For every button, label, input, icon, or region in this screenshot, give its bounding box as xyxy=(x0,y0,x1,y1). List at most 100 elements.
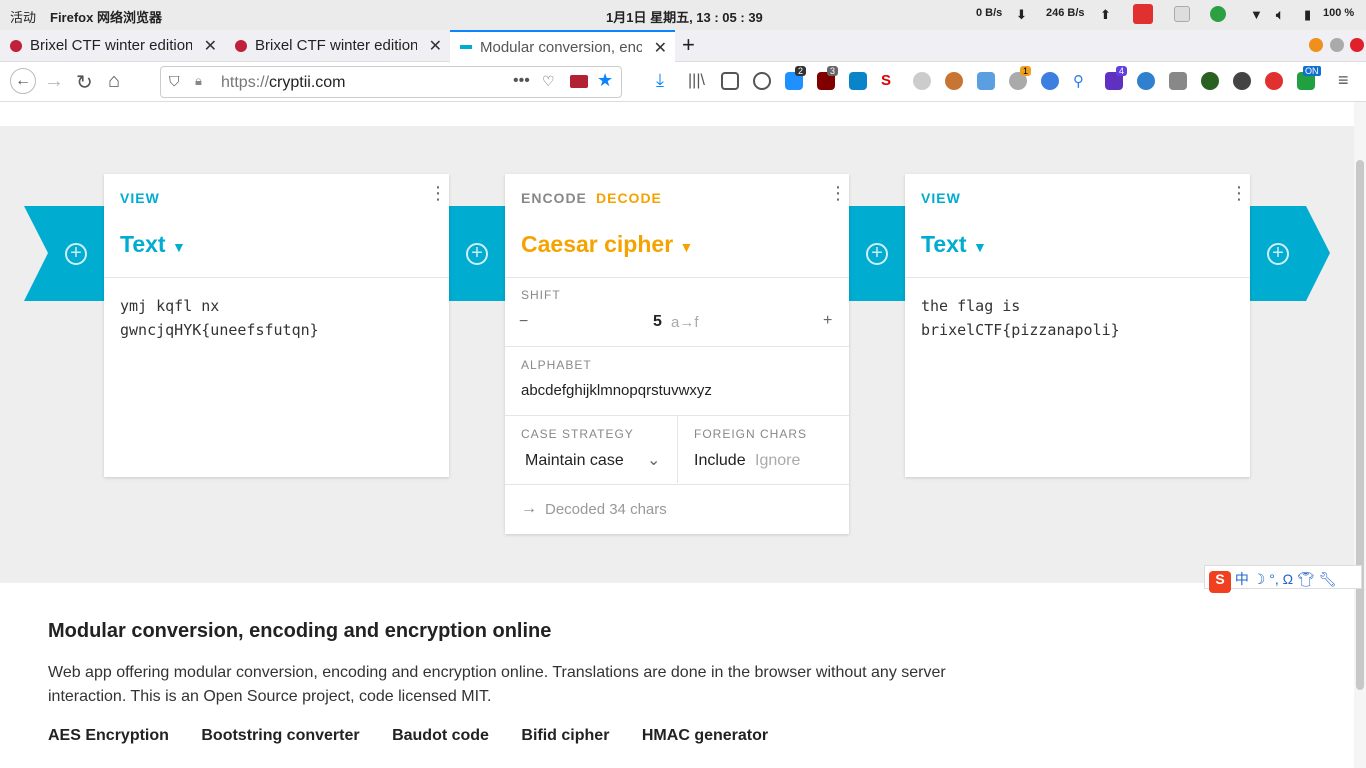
minimize-icon[interactable] xyxy=(1309,38,1323,52)
output-textarea[interactable]: the flag is brixelCTF{pizzanapoli} xyxy=(921,294,1221,342)
alphabet-label: ALPHABET xyxy=(521,358,592,372)
add-brick-icon[interactable]: + xyxy=(65,243,87,265)
extension-pin-icon[interactable]: ⚲ xyxy=(1073,72,1091,90)
page-actions-icon[interactable]: ••• xyxy=(513,72,530,90)
account-icon[interactable] xyxy=(753,72,771,90)
downloads-icon[interactable]: ⤓ xyxy=(656,70,664,91)
divider xyxy=(905,277,1250,278)
chevron-down-icon[interactable]: ⌄ xyxy=(647,450,660,470)
add-brick-icon[interactable]: + xyxy=(1267,243,1289,265)
url-text[interactable]: https://cryptii.com xyxy=(221,74,345,92)
tab-brixel-2[interactable]: Brixel CTF winter edition ✕ xyxy=(225,30,450,62)
extension-red-icon[interactable] xyxy=(1265,72,1283,90)
bookmark-star-icon[interactable]: ★ xyxy=(597,70,613,91)
wechat-icon[interactable] xyxy=(1210,6,1226,22)
extension-box-icon[interactable] xyxy=(1169,72,1187,90)
battery-level: 100 % xyxy=(1323,7,1355,19)
back-icon[interactable]: ← xyxy=(10,68,36,94)
link-bifid-cipher[interactable]: Bifid cipher xyxy=(521,727,609,744)
extension-badge: 4 xyxy=(1116,66,1128,76)
cookie-icon[interactable] xyxy=(945,72,963,90)
link-hmac-generator[interactable]: HMAC generator xyxy=(642,727,768,744)
volume-icon[interactable]: 🔈︎ xyxy=(1276,7,1284,23)
encode-tab[interactable]: ENCODE xyxy=(521,190,587,206)
clock[interactable]: 1月1日 星期五, 13 : 05 : 39 xyxy=(606,7,763,26)
tracking-shield-icon[interactable]: ⛉ xyxy=(169,73,180,90)
url-bar[interactable]: ⛉ 🔒︎ https://cryptii.com ••• ♡ ★ xyxy=(160,66,622,98)
extension-gear-icon[interactable] xyxy=(913,72,931,90)
more-options-icon[interactable]: ⋮ xyxy=(1230,184,1248,202)
view-mode-label: VIEW xyxy=(921,190,961,206)
us-flag-icon[interactable] xyxy=(570,75,588,88)
netease-music-icon[interactable] xyxy=(1133,4,1153,24)
link-baudot-code[interactable]: Baudot code xyxy=(392,727,489,744)
brick-type-selector[interactable]: Caesar cipher ▼ xyxy=(521,231,693,258)
case-strategy-select[interactable]: Maintain case xyxy=(525,452,624,470)
extension-globe-icon[interactable] xyxy=(1137,72,1155,90)
foreign-include-option[interactable]: Include xyxy=(694,452,746,470)
omega-icon[interactable]: Ω xyxy=(1283,571,1293,587)
brick-type-selector[interactable]: Text ▼ xyxy=(120,231,186,258)
extension-dots-icon[interactable] xyxy=(1233,72,1251,90)
divider xyxy=(505,346,849,347)
activities-button[interactable]: 活动 xyxy=(10,7,36,26)
extension-bug-icon[interactable] xyxy=(1041,72,1059,90)
shift-hint: a→f xyxy=(671,314,699,331)
close-window-icon[interactable] xyxy=(1350,38,1364,52)
caesar-cipher-card: ENCODE DECODE ⋮ Caesar cipher ▼ SHIFT − … xyxy=(505,174,849,534)
brick-type-selector[interactable]: Text ▼ xyxy=(921,231,987,258)
punctuation-icon[interactable]: °, xyxy=(1269,571,1279,587)
wifi-icon[interactable]: ▼ xyxy=(1250,7,1263,22)
tray-app-icon[interactable] xyxy=(1174,6,1190,22)
lock-icon[interactable]: 🔒︎ xyxy=(195,73,202,89)
link-aes-encryption[interactable]: AES Encryption xyxy=(48,727,169,744)
caret-down-icon: ▼ xyxy=(972,239,987,255)
more-options-icon[interactable]: ⋮ xyxy=(429,184,447,202)
skin-shirt-icon[interactable]: 👕︎ xyxy=(1297,571,1315,587)
add-brick-icon[interactable]: + xyxy=(466,243,488,265)
battery-icon[interactable]: ▮ xyxy=(1304,7,1311,23)
reload-icon[interactable]: ↻ xyxy=(76,70,93,95)
input-textarea[interactable]: ymj kqfl nx gwncjqHYK{uneefsfutqn} xyxy=(120,294,420,342)
extension-s-red-icon[interactable]: S xyxy=(881,72,899,90)
maximize-icon[interactable] xyxy=(1330,38,1344,52)
encoder-pipeline: + + + + VIEW ⋮ Text ▼ ymj kqfl nx gwncjq… xyxy=(0,126,1354,583)
pocket-icon[interactable]: ♡ xyxy=(542,73,555,90)
app-menu[interactable]: Firefox 网络浏览器 xyxy=(50,7,162,26)
decode-status: Decoded 34 chars xyxy=(545,501,667,518)
library-icon[interactable]: |||\ xyxy=(688,72,705,90)
sidebar-icon[interactable] xyxy=(721,72,739,90)
close-tab-icon[interactable]: ✕ xyxy=(204,36,217,56)
site-description: Modular conversion, encoding and encrypt… xyxy=(48,620,948,745)
tab-brixel-1[interactable]: Brixel CTF winter edition ✕ xyxy=(0,30,225,62)
caret-down-icon: ▼ xyxy=(171,239,186,255)
tab-strip: Brixel CTF winter edition ✕ Brixel CTF w… xyxy=(0,30,1366,62)
sogou-logo-icon[interactable]: S xyxy=(1209,571,1231,593)
close-tab-icon[interactable]: ✕ xyxy=(429,36,442,56)
extension-doc-icon[interactable] xyxy=(977,72,995,90)
page-content: + + + + VIEW ⋮ Text ▼ ymj kqfl nx gwncjq… xyxy=(0,102,1354,768)
close-tab-icon[interactable]: ✕ xyxy=(654,38,667,58)
shift-value[interactable]: 5 xyxy=(653,313,662,331)
extension-s-icon[interactable] xyxy=(849,72,867,90)
scrollbar-thumb[interactable] xyxy=(1356,160,1364,690)
hamburger-menu-icon[interactable]: ≡ xyxy=(1338,70,1349,91)
ime-mode-toggle[interactable]: 中 xyxy=(1235,571,1249,587)
link-bootstring-converter[interactable]: Bootstring converter xyxy=(201,727,359,744)
ime-toolbar[interactable]: S 中 ☽ °, Ω 👕︎ 🔧︎ xyxy=(1204,565,1362,593)
home-icon[interactable]: ⌂ xyxy=(108,70,120,93)
new-tab-icon[interactable]: + xyxy=(682,32,695,58)
shift-decrement-button[interactable]: − xyxy=(519,313,528,331)
add-brick-icon[interactable]: + xyxy=(866,243,888,265)
extension-green-icon[interactable] xyxy=(1201,72,1219,90)
forward-icon[interactable]: → xyxy=(44,70,64,93)
moon-icon[interactable]: ☽ xyxy=(1253,571,1266,587)
page-scrollbar[interactable] xyxy=(1354,102,1366,768)
foreign-ignore-option[interactable]: Ignore xyxy=(755,452,800,470)
wrench-icon[interactable]: 🔧︎ xyxy=(1319,571,1337,587)
tab-cryptii[interactable]: Modular conversion, enc ✕ xyxy=(450,30,675,62)
shift-increment-button[interactable]: + xyxy=(823,312,832,330)
decode-tab[interactable]: DECODE xyxy=(596,190,662,206)
more-options-icon[interactable]: ⋮ xyxy=(829,184,847,202)
alphabet-input[interactable]: abcdefghijklmnopqrstuvwxyz xyxy=(521,382,712,399)
